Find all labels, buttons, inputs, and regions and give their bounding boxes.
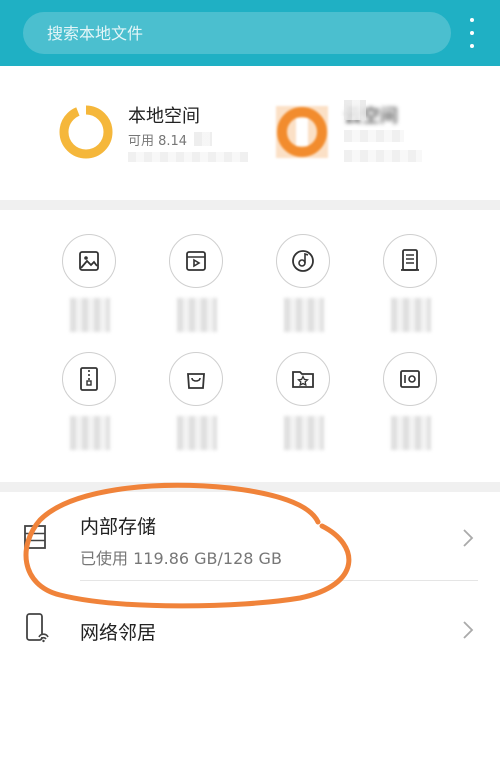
local-storage-title: 本地空间: [128, 106, 200, 127]
category-music[interactable]: [250, 234, 358, 344]
image-icon: [62, 234, 116, 288]
redacted-label: [70, 298, 110, 332]
local-storage-available: 可用 8.14: [128, 134, 188, 149]
redacted-text: [344, 150, 422, 162]
redacted-label: [391, 298, 431, 332]
redacted-label: [391, 416, 431, 450]
cloud-storage-icon: [276, 106, 328, 158]
category-documents[interactable]: [357, 234, 465, 344]
redacted-text: [128, 152, 248, 162]
category-archives[interactable]: [36, 352, 144, 462]
more-options-button[interactable]: [462, 14, 482, 52]
chevron-right-icon: [463, 529, 474, 547]
redacted-label: [70, 416, 110, 450]
redacted-text: [194, 132, 212, 146]
search-input[interactable]: [45, 22, 429, 44]
redacted-label: [284, 416, 324, 450]
list-divider: [80, 580, 478, 581]
local-storage-card[interactable]: 本地空间 可用 8.14: [58, 90, 258, 170]
redacted-label: [177, 298, 217, 332]
category-videos[interactable]: [143, 234, 251, 344]
search-bar[interactable]: [23, 12, 451, 54]
dot-icon: [470, 18, 474, 22]
dot-icon: [470, 31, 474, 35]
local-usage-ring-icon: [59, 105, 113, 159]
zip-archive-icon: [62, 352, 116, 406]
network-neighborhood-title: 网络邻居: [80, 622, 157, 644]
network-neighborhood-row[interactable]: 网络邻居: [0, 582, 500, 672]
category-favorites[interactable]: [250, 352, 358, 462]
video-icon: [169, 234, 223, 288]
category-images[interactable]: [36, 234, 144, 344]
redacted-text: [344, 130, 404, 142]
redacted-label: [177, 416, 217, 450]
internal-storage-usage: 已使用 119.86 GB/128 GB: [80, 549, 282, 568]
internal-storage-title: 内部存储: [80, 516, 157, 538]
music-disc-icon: [276, 234, 330, 288]
network-device-icon: [26, 613, 49, 643]
redacted-label: [284, 298, 324, 332]
section-divider: [0, 482, 500, 492]
redacted-text: [344, 100, 366, 120]
shopping-bag-icon: [169, 352, 223, 406]
cloud-storage-card[interactable]: 云空间: [274, 90, 474, 170]
internal-storage-row[interactable]: 内部存储 已使用 119.86 GB/128 GB: [0, 492, 500, 582]
category-app-packages[interactable]: [143, 352, 251, 462]
app-header: [0, 0, 500, 66]
category-safe[interactable]: [357, 352, 465, 462]
chevron-right-icon: [463, 621, 474, 639]
document-icon: [383, 234, 437, 288]
dot-icon: [470, 44, 474, 48]
section-divider: [0, 200, 500, 210]
storage-drive-icon: [24, 525, 46, 549]
star-folder-icon: [276, 352, 330, 406]
safe-box-icon: [383, 352, 437, 406]
